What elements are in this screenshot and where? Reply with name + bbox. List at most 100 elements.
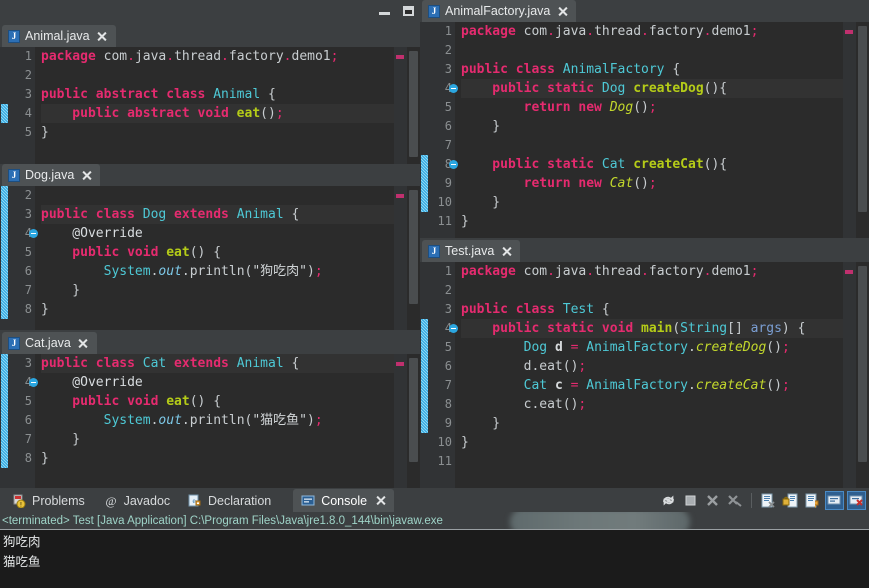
code-text[interactable]: package com.java.thread.factory.demo1; p… (455, 262, 843, 488)
overview-marker (845, 270, 853, 274)
vertical-scrollbar[interactable] (407, 354, 420, 488)
code-line: c.eat(); (523, 397, 587, 412)
line-number: 4 (429, 79, 458, 98)
line-number: 2 (444, 43, 452, 57)
code-line: package com.java.thread.factory.demo1; (41, 49, 339, 64)
word-wrap-icon[interactable] (804, 492, 821, 509)
code-line: d.eat(); (523, 359, 587, 374)
scroll-lock-icon[interactable] (782, 492, 799, 509)
code-area-dog[interactable]: 2 3 4 5 6 7 8 public class Dog extends Animal … (0, 186, 420, 330)
console-output-line: 狗吃肉 (3, 534, 41, 549)
line-number: 1 (444, 264, 452, 278)
code-line: Dog d = AnimalFactory.createDog(); (523, 340, 790, 355)
overview-ruler[interactable] (394, 186, 407, 330)
minimize-icon[interactable] (378, 4, 392, 18)
close-icon[interactable] (501, 246, 512, 257)
tabrow-cat: J Cat.java (0, 332, 420, 354)
line-number: 4 (24, 106, 32, 120)
problems-icon: ! (12, 494, 26, 508)
terminate-icon[interactable] (682, 492, 699, 509)
line-number: 1 (24, 49, 32, 63)
code-area-animal[interactable]: 1 2 3 4 5 package com.java.thread.factory.dem… (0, 47, 420, 183)
scrollbar-thumb[interactable] (858, 26, 867, 212)
code-line: } (461, 214, 469, 229)
console-status-text: <terminated> Test [Java Application] C:\… (2, 515, 443, 527)
line-number-gutter: 1 2 3 4 5 (9, 47, 35, 183)
console-tab-javadoc[interactable]: @ Javadoc (96, 489, 179, 512)
remove-launch-icon[interactable] (704, 492, 721, 509)
code-line: public class Dog extends Animal { (41, 205, 394, 224)
java-file-icon: J (428, 244, 440, 258)
code-line: public static Dog createDog(){ (461, 79, 843, 98)
scrollbar-thumb[interactable] (858, 266, 867, 462)
vertical-scrollbar[interactable] (407, 186, 420, 330)
scrollbar-thumb[interactable] (409, 51, 418, 157)
close-icon[interactable] (97, 31, 108, 42)
code-line: public class Cat extends Animal { (41, 354, 394, 373)
java-file-icon: J (8, 29, 20, 43)
code-line: } (41, 283, 81, 298)
code-line: } (41, 125, 49, 140)
editor-panel-dog: J Dog.java 2 3 4 5 6 7 8 public class Dog exte… (0, 164, 420, 330)
line-number: 7 (24, 432, 32, 446)
editor-panel-animal: J Animal.java 1 2 3 4 5 package com.java.thre… (0, 25, 420, 183)
line-number: 6 (444, 359, 452, 373)
overview-ruler[interactable] (394, 47, 407, 183)
tabrow-dog: J Dog.java (0, 164, 420, 186)
overview-ruler[interactable] (843, 22, 856, 238)
code-line: public void eat() { (41, 394, 222, 409)
show-console-on-output-icon[interactable] (825, 490, 844, 510)
close-icon[interactable] (375, 495, 386, 506)
tab-label: Cat.java (25, 336, 71, 350)
code-line: System.out.println("猫吃鱼"); (103, 413, 323, 428)
tab-cat-java[interactable]: J Cat.java (2, 332, 97, 354)
code-line: public void eat() { (41, 245, 222, 260)
tab-label: Test.java (445, 244, 495, 258)
javadoc-at-icon: @ (104, 494, 118, 508)
code-text[interactable]: public class Cat extends Animal { @Overr… (35, 354, 394, 488)
code-area-cat[interactable]: 3 4 5 6 7 8public class Cat extends Animal { … (0, 354, 420, 488)
console-tab-console[interactable]: Console (293, 489, 395, 512)
overview-ruler[interactable] (843, 262, 856, 488)
scrollbar-thumb[interactable] (409, 190, 418, 304)
tab-label: AnimalFactory.java (445, 4, 551, 18)
overview-ruler[interactable] (394, 354, 407, 488)
clear-console-icon[interactable] (760, 492, 777, 509)
console-toolbar (660, 490, 866, 510)
line-number: 3 (24, 87, 32, 101)
code-area-animalfactory[interactable]: 1234567891011package com.java.thread.fac… (420, 22, 869, 238)
line-number: 5 (24, 125, 32, 139)
code-line: @Override (41, 375, 143, 390)
overview-marker (396, 194, 404, 198)
vertical-scrollbar[interactable] (407, 47, 420, 183)
code-text[interactable]: public class Dog extends Animal { @Overr… (35, 186, 394, 330)
vertical-scrollbar[interactable] (856, 22, 869, 238)
tab-animalfactory-java[interactable]: J AnimalFactory.java (422, 0, 577, 22)
console-tab-label: Declaration (208, 493, 272, 508)
relaunch-icon[interactable] (660, 492, 677, 509)
code-text[interactable]: package com.java.thread.factory.demo1; p… (455, 22, 843, 238)
vertical-scrollbar[interactable] (856, 262, 869, 488)
console-output[interactable]: 狗吃肉 猫吃鱼 (0, 530, 869, 588)
close-icon[interactable] (81, 170, 92, 181)
remove-all-terminated-icon[interactable] (726, 492, 743, 509)
tab-dog-java[interactable]: J Dog.java (2, 164, 101, 186)
code-text[interactable]: package com.java.thread.factory.demo1; p… (35, 47, 394, 183)
console-tab-declaration[interactable]: e Declaration (180, 489, 279, 512)
show-console-on-error-icon[interactable] (847, 490, 866, 510)
code-line: Cat c = AnimalFactory.createCat(); (523, 378, 790, 393)
code-area-test[interactable]: 1234567891011package com.java.thread.fac… (420, 262, 869, 488)
change-ruler (0, 47, 9, 183)
console-tab-problems[interactable]: ! Problems (4, 489, 93, 512)
scrollbar-thumb[interactable] (409, 358, 418, 462)
tab-animal-java[interactable]: J Animal.java (2, 25, 116, 47)
line-number: 9 (444, 416, 452, 430)
tab-test-java[interactable]: J Test.java (422, 240, 521, 262)
close-icon[interactable] (78, 338, 89, 349)
console-output-line: 猫吃鱼 (3, 554, 41, 569)
code-line: } (41, 432, 81, 447)
restore-icon[interactable] (402, 4, 416, 18)
console-status-line: <terminated> Test [Java Application] C:\… (0, 512, 869, 530)
close-icon[interactable] (557, 6, 568, 17)
